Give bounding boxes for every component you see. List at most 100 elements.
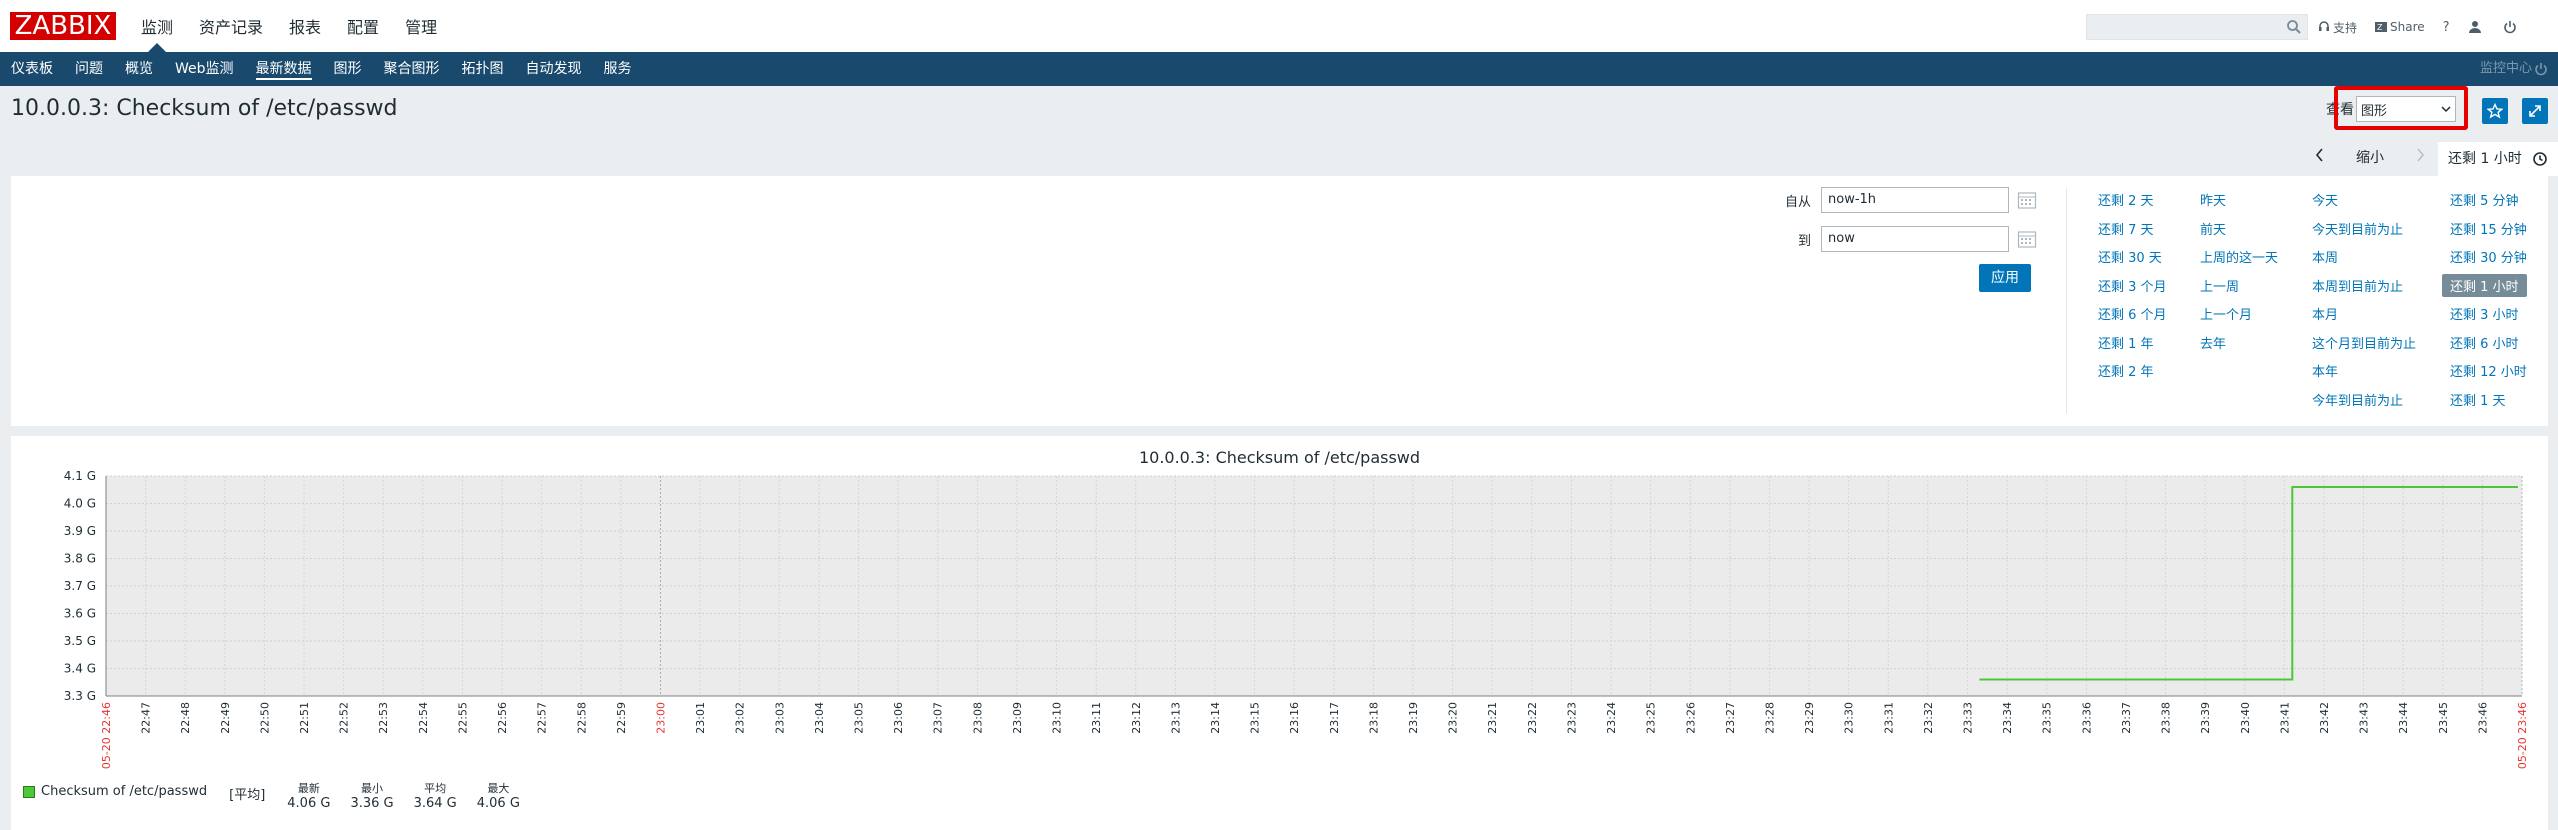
x-tick-label: 22:55 (456, 702, 469, 734)
legend-values: 最新 4.06 G 最小 3.36 G 平均 3.64 G 最大 4.06 G (267, 782, 520, 812)
page-title: 10.0.0.3: Checksum of /etc/passwd (11, 96, 398, 121)
sub-menu-item[interactable]: 聚合图形 (373, 52, 451, 86)
quick-range-link[interactable]: 这个月到目前为止 (2312, 333, 2416, 352)
quick-range-link[interactable]: 还剩 5 分钟 (2450, 190, 2519, 209)
fullscreen-button[interactable] (2522, 98, 2548, 124)
time-selector-bar: 缩小 还剩 1 小时 (2302, 142, 2558, 176)
kiosk-mode-link[interactable]: 监控中心 (2480, 52, 2548, 86)
x-tick-label: 23:04 (813, 702, 826, 734)
x-tick-label: 23:07 (932, 702, 945, 734)
sub-menu-item[interactable]: Web监测 (164, 52, 245, 86)
to-input[interactable]: now (1821, 226, 2009, 252)
sub-menu-item[interactable]: 概览 (114, 52, 164, 86)
quick-range-link[interactable]: 还剩 1 天 (2450, 390, 2506, 409)
chart-legend: Checksum of /etc/passwd [平均] 最新 4.06 G 最小 3… (23, 782, 520, 812)
legend-function: [平均] (229, 788, 266, 803)
legend-stat-header: 最新 (297, 782, 320, 795)
x-tick-label: 22:54 (417, 702, 430, 734)
quick-range-link[interactable]: 还剩 2 年 (2098, 361, 2154, 380)
quick-range-link[interactable]: 还剩 30 天 (2098, 247, 2162, 266)
quick-range-link[interactable]: 本周 (2312, 247, 2338, 266)
quick-range-link[interactable]: 去年 (2200, 333, 2226, 352)
quick-range-link[interactable]: 前天 (2200, 219, 2226, 238)
quick-range-link[interactable]: 昨天 (2200, 190, 2226, 209)
quick-range-link[interactable]: 还剩 15 分钟 (2450, 219, 2527, 238)
support-link[interactable]: 支持 (2318, 19, 2357, 36)
quick-range-link[interactable]: 本年 (2312, 361, 2338, 380)
legend-stat-header: 平均 (424, 782, 447, 795)
calendar-icon[interactable] (2017, 190, 2037, 210)
add-to-favorites-button[interactable] (2482, 98, 2508, 124)
legend-stat: 最大 4.06 G (477, 782, 520, 812)
x-tick-label: 23:36 (2080, 702, 2093, 734)
quick-range-link[interactable]: 还剩 6 小时 (2450, 333, 2519, 352)
share-label: Share (2390, 20, 2425, 34)
sub-menu-item[interactable]: 服务 (593, 52, 643, 86)
sub-menu-item[interactable]: 问题 (64, 52, 114, 86)
main-menu-item[interactable]: 报表 (276, 0, 334, 52)
quick-range-link[interactable]: 还剩 30 分钟 (2450, 247, 2527, 266)
legend-stat-header: 最小 (361, 782, 384, 795)
x-tick-label: 22:48 (179, 702, 192, 734)
x-tick-label: 23:12 (1130, 702, 1143, 734)
main-menu-item[interactable]: 资产记录 (186, 0, 276, 52)
time-filter-panel: 自从 now-1h 到 now 应用 还剩 2 天还剩 7 天还剩 30 天还剩… (11, 176, 2548, 426)
sub-menu-item[interactable]: 图形 (323, 52, 373, 86)
zoom-out-button[interactable]: 缩小 (2338, 147, 2402, 167)
search-input[interactable] (2086, 14, 2308, 40)
quick-range-link[interactable]: 还剩 1 小时 (2442, 273, 2527, 297)
quick-range-link[interactable]: 还剩 6 个月 (2098, 304, 2167, 323)
time-forward-button[interactable] (2402, 148, 2438, 166)
quick-range-link[interactable]: 还剩 2 天 (2098, 190, 2154, 209)
quick-range-link[interactable]: 今天到目前为止 (2312, 219, 2403, 238)
quick-range-link[interactable]: 本周到目前为止 (2312, 276, 2403, 295)
x-tick-label: 23:45 (2437, 702, 2450, 734)
quick-range-link[interactable]: 还剩 12 小时 (2450, 361, 2527, 380)
share-link[interactable]: Z Share (2375, 20, 2425, 34)
search-icon[interactable] (2285, 18, 2303, 36)
x-tick-label: 23:19 (1407, 702, 1420, 734)
legend-stat: 最新 4.06 G (287, 782, 330, 812)
sign-out-button[interactable] (2503, 20, 2520, 34)
quick-range-link[interactable]: 还剩 1 年 (2098, 333, 2154, 352)
x-tick-label: 23:25 (1645, 702, 1658, 734)
sub-menu-item[interactable]: 最新数据 (245, 52, 323, 86)
quick-range-link[interactable]: 还剩 3 个月 (2098, 276, 2167, 295)
quick-range-link[interactable]: 还剩 7 天 (2098, 219, 2154, 238)
time-back-button[interactable] (2302, 148, 2338, 166)
main-menu-item[interactable]: 配置 (334, 0, 392, 52)
top-bar: ZABBIX 监测 资产记录 报表 配置 管理 支持 Z Share ? (0, 0, 2558, 52)
time-range-tab[interactable]: 还剩 1 小时 (2438, 142, 2558, 176)
zabbix-logo[interactable]: ZABBIX (10, 12, 116, 40)
quick-range-link[interactable]: 上一周 (2200, 276, 2239, 295)
from-input[interactable]: now-1h (1821, 187, 2009, 213)
user-profile-button[interactable] (2468, 20, 2485, 34)
chevron-right-icon (2417, 148, 2425, 162)
x-tick-label: 23:30 (1843, 702, 1856, 734)
help-button[interactable]: ? (2443, 20, 2450, 35)
x-tick-label: 22:50 (258, 702, 271, 734)
quick-range-link[interactable]: 今年到目前为止 (2312, 390, 2403, 409)
quick-range-link[interactable]: 上周的这一天 (2200, 247, 2278, 266)
x-tick-label: 22:52 (338, 702, 351, 734)
x-tick-label: 23:13 (1169, 702, 1182, 734)
x-tick-label: 22:49 (219, 702, 232, 734)
x-tick-label: 23:05 (853, 702, 866, 734)
quick-range-link[interactable]: 上一个月 (2200, 304, 2252, 323)
sub-menu-item[interactable]: 自动发现 (515, 52, 593, 86)
quick-range-link[interactable]: 本月 (2312, 304, 2338, 323)
kiosk-label: 监控中心 (2479, 61, 2532, 76)
sub-menu-item[interactable]: 拓扑图 (451, 52, 515, 86)
x-tick-label: 23:14 (1209, 702, 1222, 734)
y-tick-label: 4.1 G (64, 469, 96, 483)
main-menu-item[interactable]: 监测 (128, 0, 186, 52)
from-row: 自从 now-1h (1771, 187, 2037, 213)
main-menu-item[interactable]: 管理 (392, 0, 450, 52)
calendar-icon[interactable] (2017, 229, 2037, 249)
apply-button[interactable]: 应用 (1979, 264, 2031, 292)
x-tick-label: 23:24 (1605, 702, 1618, 734)
quick-range-link[interactable]: 还剩 3 小时 (2450, 304, 2519, 323)
quick-range-link[interactable]: 今天 (2312, 190, 2338, 209)
sub-menu-item[interactable]: 仪表板 (0, 52, 64, 86)
x-tick-label: 23:22 (1526, 702, 1539, 734)
